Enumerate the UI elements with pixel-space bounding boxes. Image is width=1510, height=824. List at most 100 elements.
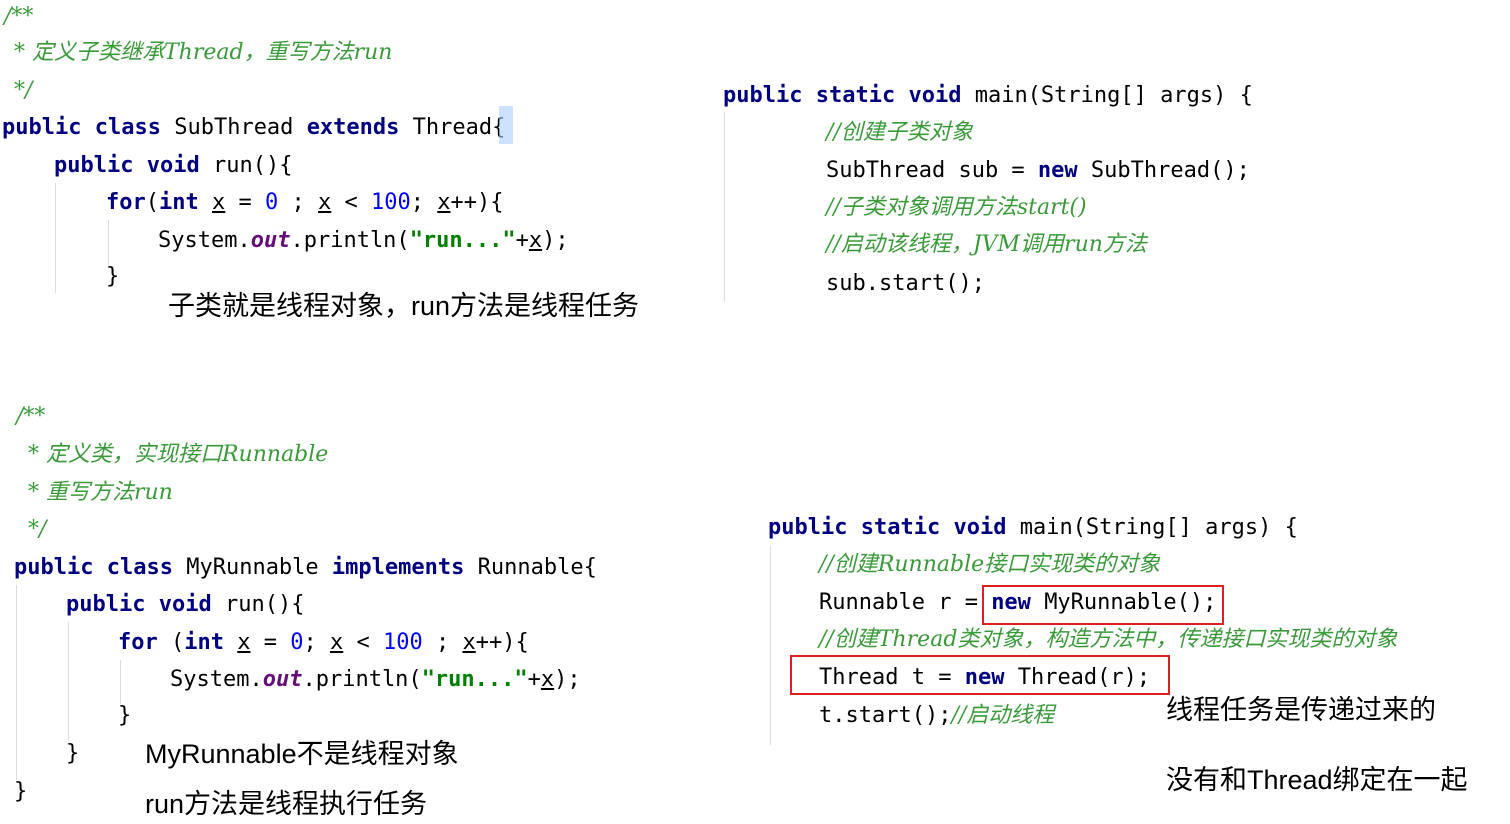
paren: ( <box>145 190 159 215</box>
separator: ; <box>410 190 438 215</box>
keyword-public: public <box>2 115 82 140</box>
static-field-out: out <box>250 228 291 253</box>
keyword-public: public <box>54 153 134 178</box>
keyword-class: class <box>94 115 161 140</box>
main-rest: main(String[] args) { <box>974 83 1253 108</box>
for-close-brace: } <box>118 703 132 728</box>
paren: ( <box>157 630 185 655</box>
method-close-brace: } <box>66 741 80 766</box>
op-less-than: < <box>331 190 371 215</box>
run-method-declaration: public void run(){ <box>54 153 292 179</box>
interface-name: Runnable{ <box>477 555 597 580</box>
run-method-declaration: public void run(){ <box>66 592 304 618</box>
loop-var: x <box>237 630 251 655</box>
number-literal: 100 <box>371 190 411 215</box>
indent-guide <box>16 585 17 780</box>
static-field-out: out <box>262 667 303 692</box>
op-plus: + <box>527 667 541 692</box>
call-end: ); <box>554 667 581 692</box>
annotation-myrunnable-1: MyRunnable不是线程对象 <box>145 739 459 769</box>
doc-comment-close: */ <box>28 517 47 542</box>
comment-line: //启动该线程，JVM调用run方法 <box>826 232 1147 257</box>
annotation-myrunnable-2: run方法是线程执行任务 <box>145 789 428 819</box>
number-literal: 0 <box>265 190 279 215</box>
doc-comment-open: /** <box>4 4 34 29</box>
class-name: MyRunnable <box>186 555 319 580</box>
loop-var: x <box>528 228 543 253</box>
class-declaration: public class MyRunnable implements Runna… <box>14 555 597 581</box>
highlight-box-thread-line <box>790 655 1170 695</box>
number-literal: 100 <box>383 630 423 655</box>
keyword-void: void <box>953 515 1007 540</box>
keyword-public: public <box>66 592 146 617</box>
constructor-call: SubThread(); <box>1090 158 1250 183</box>
keyword-implements: implements <box>331 555 465 580</box>
increment: ++){ <box>450 190 504 215</box>
keyword-public: public <box>14 555 94 580</box>
subthread-instantiation: SubThread sub = new SubThread(); <box>826 158 1250 184</box>
keyword-for: for <box>106 190 146 215</box>
doc-comment-close: */ <box>14 78 33 103</box>
keyword-static: static <box>815 83 896 108</box>
start-call: t.start(); <box>819 703 952 728</box>
start-call: sub.start(); <box>826 271 985 296</box>
call-end: ); <box>542 228 569 253</box>
comment-line: //创建Thread类对象，构造方法中，传递接口实现类的对象 <box>819 627 1398 652</box>
keyword-public: public <box>768 515 848 540</box>
method-name: run(){ <box>224 592 305 617</box>
loop-var: x <box>462 630 476 655</box>
indent-guide <box>55 183 56 293</box>
keyword-void: void <box>158 592 212 617</box>
string-literal: "run..." <box>421 667 528 692</box>
keyword-int: int <box>184 630 224 655</box>
decl-type: Runnable r = <box>819 590 992 615</box>
annotation-subthread: 子类就是线程对象，run方法是线程任务 <box>168 291 640 321</box>
indent-guide <box>724 112 725 302</box>
println-line: System.out.println("run..."+x); <box>170 667 581 693</box>
increment: ++){ <box>475 630 529 655</box>
start-line: t.start();//启动线程 <box>819 703 1054 729</box>
loop-var: x <box>540 667 555 692</box>
keyword-public: public <box>723 83 803 108</box>
doc-comment-line: * 定义类，实现接口Runnable <box>28 442 329 467</box>
indent-guide <box>120 660 121 704</box>
doc-comment-line: * 重写方法run <box>28 480 173 505</box>
comment-line: //子类对象调用方法start() <box>826 195 1087 220</box>
keyword-extends: extends <box>306 115 400 140</box>
loop-var: x <box>437 190 451 215</box>
op-less-than: < <box>343 630 383 655</box>
separator: ; <box>303 630 330 655</box>
class-close-brace: } <box>14 779 28 804</box>
annotation-thread-task-2: 没有和Thread绑定在一起 <box>1166 765 1468 795</box>
loop-var: x <box>330 630 344 655</box>
text-cursor-highlight <box>499 106 513 144</box>
string-literal: "run..." <box>409 228 516 253</box>
println-line: System.out.println("run..."+x); <box>158 228 569 254</box>
println-call: .println( <box>302 667 422 692</box>
keyword-for: for <box>118 630 158 655</box>
println-call: .println( <box>290 228 410 253</box>
doc-comment-line: * 定义子类继承Thread，重写方法run <box>14 40 393 65</box>
parent-class: Thread <box>412 115 493 140</box>
indent-guide <box>68 622 69 740</box>
keyword-void: void <box>908 83 962 108</box>
number-literal: 0 <box>290 630 304 655</box>
op-assign: = <box>225 190 265 215</box>
method-name: run(){ <box>212 153 293 178</box>
op-assign: = <box>250 630 291 655</box>
doc-comment-open: /** <box>16 404 46 429</box>
loop-var: x <box>318 190 332 215</box>
comment-line: //创建Runnable接口实现类的对象 <box>819 552 1161 577</box>
loop-var: x <box>212 190 226 215</box>
keyword-static: static <box>860 515 941 540</box>
for-loop-line: for(int x = 0 ; x < 100; x++){ <box>106 190 503 216</box>
main-signature: public static void main(String[] args) { <box>723 83 1253 109</box>
keyword-class: class <box>106 555 173 580</box>
main-signature: public static void main(String[] args) { <box>768 515 1298 541</box>
keyword-new: new <box>1037 158 1078 183</box>
inline-comment: //启动线程 <box>951 703 1055 728</box>
separator: ; <box>278 190 318 215</box>
separator: ; <box>422 630 463 655</box>
class-name: SubThread <box>174 115 294 140</box>
main-rest: main(String[] args) { <box>1019 515 1298 540</box>
